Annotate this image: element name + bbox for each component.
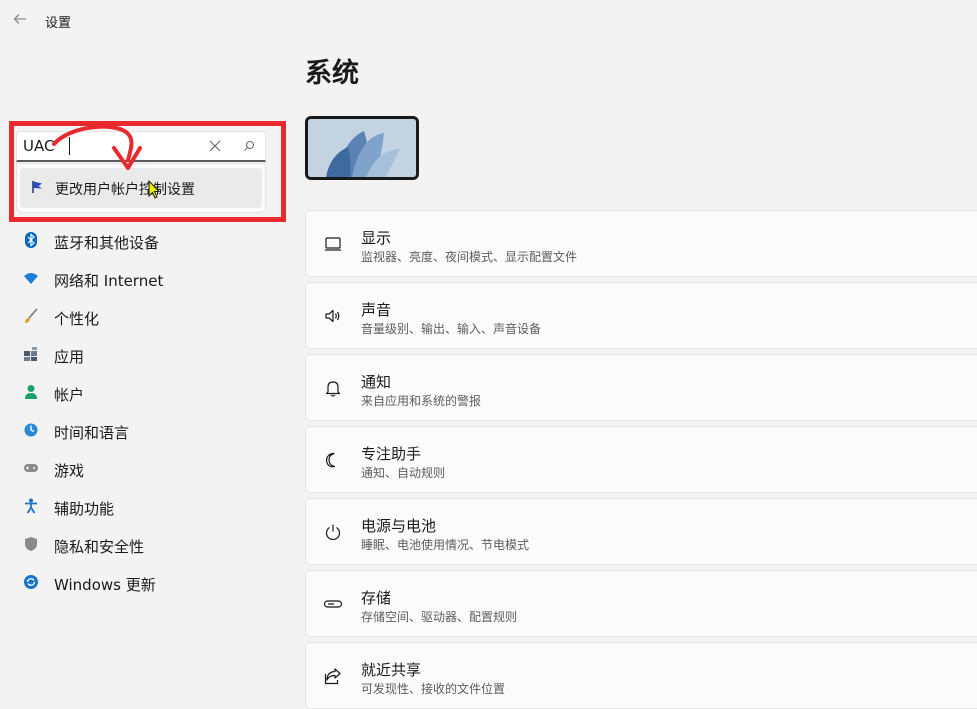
card-title: 存储 <box>361 589 392 607</box>
bell-icon <box>323 378 343 398</box>
sidebar-item-label: 隐私和安全性 <box>54 538 145 556</box>
sidebar-item-windows-update[interactable]: Windows 更新 <box>16 564 276 602</box>
card-focus-assist[interactable]: 专注助手 通知、自动规则 <box>305 426 977 493</box>
sidebar-item-label: 应用 <box>54 348 85 366</box>
sidebar-item-accounts[interactable]: 帐户 <box>16 374 276 412</box>
card-subtitle: 来自应用和系统的警报 <box>361 394 482 408</box>
card-notifications[interactable]: 通知 来自应用和系统的警报 <box>305 354 977 421</box>
sidebar-item-bluetooth[interactable]: 蓝牙和其他设备 <box>16 222 276 260</box>
shield-icon <box>23 536 39 552</box>
apps-icon <box>23 346 39 362</box>
sidebar-item-label: 辅助功能 <box>54 500 115 518</box>
sidebar-item-personalization[interactable]: 个性化 <box>16 298 276 336</box>
accessibility-icon <box>23 498 39 514</box>
card-subtitle: 存储空间、驱动器、配置规则 <box>361 610 518 624</box>
sidebar-item-apps[interactable]: 应用 <box>16 336 276 374</box>
card-subtitle: 监视器、亮度、夜间模式、显示配置文件 <box>361 250 578 264</box>
sidebar-item-label: 个性化 <box>54 310 100 328</box>
card-nearby-sharing[interactable]: 就近共享 可发现性、接收的文件位置 <box>305 642 977 709</box>
sidebar-item-label: 游戏 <box>54 462 85 480</box>
device-thumbnail[interactable] <box>305 116 419 180</box>
card-storage[interactable]: 存储 存储空间、驱动器、配置规则 <box>305 570 977 637</box>
card-title: 电源与电池 <box>361 517 437 535</box>
sidebar-item-label: Windows 更新 <box>54 576 156 594</box>
app-title: 设置 <box>45 16 72 31</box>
wifi-icon <box>23 270 39 286</box>
card-title: 专注助手 <box>361 445 422 463</box>
title-bar: 设置 <box>0 0 977 42</box>
card-subtitle: 睡眠、电池使用情况、节电模式 <box>361 538 530 552</box>
speaker-icon <box>323 306 343 326</box>
card-title: 就近共享 <box>361 661 422 679</box>
sidebar-item-label: 帐户 <box>54 386 85 404</box>
sidebar-item-privacy[interactable]: 隐私和安全性 <box>16 526 276 564</box>
sidebar-item-label: 蓝牙和其他设备 <box>54 234 160 252</box>
wallpaper-bloom-image <box>308 119 416 177</box>
clear-search-button[interactable] <box>205 136 225 156</box>
card-power-battery[interactable]: 电源与电池 睡眠、电池使用情况、节电模式 <box>305 498 977 565</box>
update-icon <box>23 574 39 590</box>
search-input[interactable] <box>23 134 193 158</box>
card-subtitle: 音量级别、输出、输入、声音设备 <box>361 322 542 336</box>
card-subtitle: 可发现性、接收的文件位置 <box>361 682 506 696</box>
card-title: 显示 <box>361 229 392 247</box>
close-icon <box>209 140 221 152</box>
sidebar-nav: 蓝牙和其他设备 网络和 Internet 个性化 应用 帐户 时间和语言 游戏 … <box>16 222 276 602</box>
moon-icon <box>323 450 343 470</box>
sidebar-item-label: 时间和语言 <box>54 424 130 442</box>
card-title: 通知 <box>361 373 392 391</box>
suggestion-uac-settings[interactable]: 更改用户帐户控制设置 <box>20 168 262 208</box>
page-title: 系统 <box>305 58 359 89</box>
back-arrow-icon <box>13 14 26 24</box>
flag-icon <box>32 181 42 193</box>
sidebar-item-label: 网络和 Internet <box>54 272 164 290</box>
back-button[interactable] <box>8 7 32 31</box>
globe-clock-icon <box>23 422 39 438</box>
sidebar-item-time-language[interactable]: 时间和语言 <box>16 412 276 450</box>
suggestion-label: 更改用户帐户控制设置 <box>55 182 195 198</box>
share-icon <box>323 666 343 686</box>
sidebar-item-accessibility[interactable]: 辅助功能 <box>16 488 276 526</box>
card-sound[interactable]: 声音 音量级别、输出、输入、声音设备 <box>305 282 977 349</box>
search-suggestions: 更改用户帐户控制设置 <box>16 163 266 213</box>
search-box[interactable] <box>16 131 266 162</box>
search-icon <box>244 140 255 151</box>
person-icon <box>23 384 39 400</box>
sidebar-item-network[interactable]: 网络和 Internet <box>16 260 276 298</box>
power-icon <box>323 522 343 542</box>
card-subtitle: 通知、自动规则 <box>361 466 446 480</box>
card-title: 声音 <box>361 301 392 319</box>
sidebar-item-gaming[interactable]: 游戏 <box>16 450 276 488</box>
brush-icon <box>23 308 39 324</box>
search-button[interactable] <box>239 136 259 156</box>
storage-icon <box>323 594 343 614</box>
text-caret <box>69 137 70 155</box>
bluetooth-icon <box>23 232 39 248</box>
monitor-icon <box>323 234 343 254</box>
gamepad-icon <box>23 460 39 476</box>
card-display[interactable]: 显示 监视器、亮度、夜间模式、显示配置文件 <box>305 210 977 277</box>
